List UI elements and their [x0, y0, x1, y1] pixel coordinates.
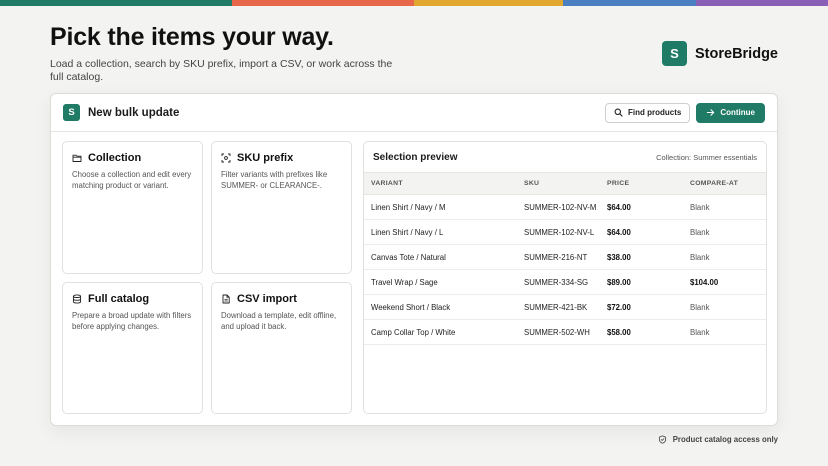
stripe-segment — [414, 0, 563, 6]
stripe-segment — [0, 0, 232, 6]
table-row: Linen Shirt / Navy / L SUMMER-102-NV-L $… — [364, 219, 766, 245]
stripe-segment — [696, 0, 828, 6]
card-title: CSV import — [221, 293, 342, 305]
table-header-row: VARIANT SKU PRICE COMPARE-AT — [364, 172, 766, 195]
compare-at-cell: Blank — [683, 294, 766, 320]
price-cell: $89.00 — [600, 269, 683, 295]
collection-card[interactable]: Collection Choose a collection and edit … — [62, 141, 203, 274]
stripe-segment — [232, 0, 414, 6]
find-products-label: Find products — [628, 108, 682, 117]
card-title: SKU prefix — [221, 152, 342, 164]
csv-import-card[interactable]: CSV import Download a template, edit off… — [211, 282, 352, 414]
compare-at-cell: Blank — [683, 219, 766, 245]
continue-label: Continue — [720, 108, 755, 117]
card-title-text: CSV import — [237, 293, 297, 305]
price-cell: $58.00 — [600, 319, 683, 345]
price-cell: $64.00 — [600, 219, 683, 245]
variant-cell: Weekend Short / Black — [364, 294, 517, 320]
brand-name: StoreBridge — [695, 45, 778, 62]
panel-header: S New bulk update Find products Continue — [51, 94, 777, 132]
sku-cell: SUMMER-502-WH — [517, 319, 600, 345]
full-catalog-card[interactable]: Full catalog Prepare a broad update with… — [62, 282, 203, 414]
access-note-text: Product catalog access only — [672, 435, 778, 444]
card-title-text: SKU prefix — [237, 152, 294, 164]
database-icon — [72, 294, 82, 304]
continue-button[interactable]: Continue — [696, 102, 765, 123]
scan-icon — [221, 153, 231, 163]
selection-preview: Selection preview Collection: Summer ess… — [363, 141, 767, 414]
compare-at-cell: Blank — [683, 194, 766, 220]
column-header-sku: SKU — [517, 172, 600, 195]
search-icon — [614, 108, 623, 117]
table-row: Weekend Short / Black SUMMER-421-BK $72.… — [364, 294, 766, 320]
bulk-update-panel: S New bulk update Find products Continue… — [50, 93, 778, 426]
variant-cell: Travel Wrap / Sage — [364, 269, 517, 295]
card-title-text: Collection — [88, 152, 142, 164]
variant-cell: Linen Shirt / Navy / M — [364, 194, 517, 220]
preview-title: Selection preview — [373, 151, 458, 163]
card-description: Choose a collection and edit every match… — [72, 170, 192, 190]
card-description: Filter variants with prefixes like SUMME… — [221, 170, 328, 190]
compare-at-cell: Blank — [683, 244, 766, 270]
card-title: Collection — [72, 152, 193, 164]
stripe-segment — [563, 0, 696, 6]
sku-cell: SUMMER-102-NV-L — [517, 219, 600, 245]
sku-prefix-card[interactable]: SKU prefix Filter variants with prefixes… — [211, 141, 352, 274]
preview-collection-label: Collection: Summer essentials — [656, 152, 757, 162]
panel-logo: S — [63, 104, 80, 121]
price-cell: $38.00 — [600, 244, 683, 270]
table-row: Linen Shirt / Navy / M SUMMER-102-NV-M $… — [364, 194, 766, 220]
card-title: Full catalog — [72, 293, 193, 305]
sku-cell: SUMMER-334-SG — [517, 269, 600, 295]
brand: S StoreBridge — [662, 41, 778, 66]
page-title: Pick the items your way. — [50, 23, 334, 51]
card-description: Download a template, edit offline, and u… — [221, 311, 337, 331]
sku-cell: SUMMER-216-NT — [517, 244, 600, 270]
preview-table: VARIANT SKU PRICE COMPARE-AT Linen Shirt… — [364, 172, 766, 345]
variant-cell: Linen Shirt / Navy / L — [364, 219, 517, 245]
shield-icon — [658, 435, 666, 444]
card-description: Prepare a broad update with filters befo… — [72, 311, 192, 331]
preview-header: Selection preview Collection: Summer ess… — [364, 142, 766, 172]
column-header-compare-at: COMPARE-AT — [683, 172, 766, 195]
find-products-button[interactable]: Find products — [605, 102, 691, 123]
column-header-variant: VARIANT — [364, 172, 517, 195]
access-note: Product catalog access only — [658, 435, 778, 444]
price-cell: $72.00 — [600, 294, 683, 320]
table-row: Travel Wrap / Sage SUMMER-334-SG $89.00 … — [364, 269, 766, 295]
column-header-price: PRICE — [600, 172, 683, 195]
hero: Pick the items your way. Load a collecti… — [50, 22, 400, 84]
brand-logo: S — [662, 41, 687, 66]
page-subtitle: Load a collection, search by SKU prefix,… — [50, 58, 393, 83]
variant-cell: Canvas Tote / Natural — [364, 244, 517, 270]
arrow-right-icon — [707, 109, 715, 116]
file-icon — [222, 294, 230, 304]
price-cell: $64.00 — [600, 194, 683, 220]
folder-icon — [72, 154, 82, 162]
compare-at-cell: Blank — [683, 319, 766, 345]
table-row: Canvas Tote / Natural SUMMER-216-NT $38.… — [364, 244, 766, 270]
variant-cell: Camp Collar Top / White — [364, 319, 517, 345]
color-stripe — [0, 0, 828, 6]
compare-at-cell: $104.00 — [683, 269, 766, 295]
header-actions: Find products Continue — [605, 102, 765, 123]
sku-cell: SUMMER-421-BK — [517, 294, 600, 320]
table-row: Camp Collar Top / White SUMMER-502-WH $5… — [364, 319, 766, 345]
card-title-text: Full catalog — [88, 293, 150, 305]
sku-cell: SUMMER-102-NV-M — [517, 194, 600, 220]
panel-title: New bulk update — [88, 106, 180, 119]
